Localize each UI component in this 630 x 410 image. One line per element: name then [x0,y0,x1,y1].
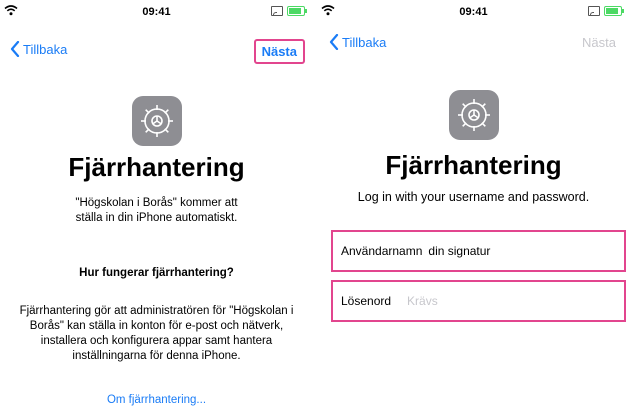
password-placeholder[interactable]: Krävs [407,294,438,308]
next-button[interactable]: Nästa [253,39,305,64]
next-button[interactable]: Nästa [576,32,622,53]
nav-bar: Tillbaka Nästa [317,27,630,57]
status-bar: 09:41 [317,0,630,22]
status-time: 09:41 [459,6,488,18]
subtitle: Log in with your username and password. [357,190,590,204]
about-link[interactable]: Om fjärrhantering... [0,394,313,406]
username-field[interactable]: Användarnamn din signatur [331,230,626,272]
back-button[interactable]: Tillbaka [10,41,67,57]
page-title: Fjärrhantering [385,150,562,180]
nav-bar: Tillbaka Nästa [0,34,313,64]
battery-icon [287,6,307,16]
screen-mirror-icon [588,6,600,16]
subtitle: "Högskolan i Borås" kommer att ställa in… [75,197,238,224]
chevron-left-icon [10,41,20,57]
password-field[interactable]: Lösenord Krävs [331,280,626,322]
question-heading: Hur fungerar fjärrhantering? [79,267,234,279]
settings-gear-icon [448,90,499,140]
screen-mirror-icon [271,6,283,16]
username-value[interactable]: din signatur [428,244,490,258]
right-screen: 09:41 Tillbaka Nästa Fjärrhantering Log [317,0,630,410]
status-bar: 09:41 [0,0,313,22]
settings-gear-icon [131,96,182,146]
chevron-left-icon [329,34,339,50]
page-title: Fjärrhantering [68,152,245,182]
left-screen: 09:41 Tillbaka Nästa Fjärrhantering "Hög [0,0,313,410]
status-time: 09:41 [142,6,171,18]
back-button[interactable]: Tillbaka [329,34,386,50]
username-label: Användarnamn [341,244,423,258]
back-label: Tillbaka [342,34,387,50]
description-text: Fjärrhantering gör att administratören f… [19,305,294,362]
battery-icon [604,6,624,16]
back-label: Tillbaka [23,41,68,57]
password-label: Lösenord [341,294,392,308]
